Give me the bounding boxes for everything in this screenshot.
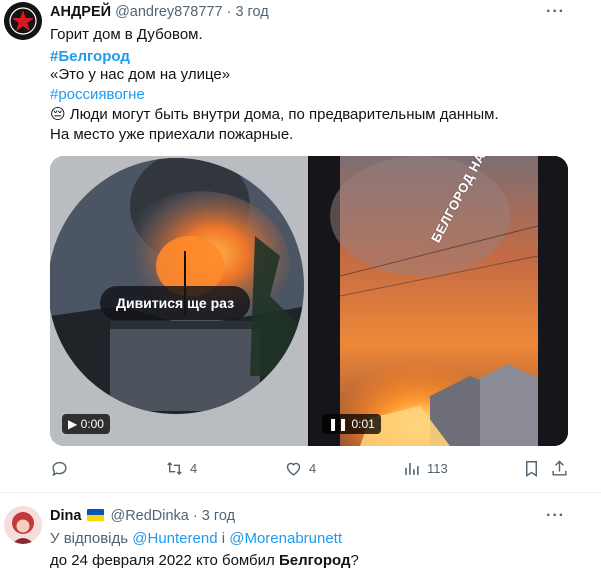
share-icon[interactable] bbox=[550, 459, 569, 478]
reply-icon[interactable] bbox=[50, 459, 69, 478]
replying-to-conj: і bbox=[221, 530, 226, 547]
share-action[interactable] bbox=[550, 459, 569, 478]
reply-author-avatar[interactable] bbox=[4, 506, 42, 544]
replay-button[interactable]: Дивитися ще раз bbox=[100, 286, 251, 320]
play-icon[interactable]: ▶ bbox=[68, 417, 77, 431]
retweet-count: 4 bbox=[190, 461, 198, 476]
video-right[interactable]: БЕЛГОРОД НА МАКСИМАЛКАХ ❚❚ 0:01 bbox=[310, 156, 568, 446]
video-left-controls[interactable]: ▶ 0:00 bbox=[62, 414, 110, 434]
reply-author-name[interactable]: Dina bbox=[50, 508, 81, 524]
like-count: 4 bbox=[309, 461, 317, 476]
replying-to-line: У відповідь @Hunterend і @Morenabrunett bbox=[50, 528, 342, 550]
pause-icon[interactable]: ❚❚ bbox=[328, 417, 348, 431]
mention-morenabrunett[interactable]: @Morenabrunett bbox=[229, 530, 342, 547]
reply-action[interactable] bbox=[50, 459, 75, 478]
reply-text-bold: Белгород bbox=[278, 552, 351, 569]
more-options-icon[interactable]: ··· bbox=[546, 3, 565, 21]
reply-text: до 24 февраля 2022 кто бомбил Белгород? bbox=[50, 550, 359, 572]
separator-dot: · bbox=[192, 508, 198, 524]
reply-more-options-icon[interactable]: ··· bbox=[546, 507, 565, 525]
video-left-time: 0:00 bbox=[80, 417, 104, 431]
mention-hunterend[interactable]: @Hunterend bbox=[132, 530, 217, 547]
video-left[interactable]: Дивитися ще раз ▶ 0:00 bbox=[50, 156, 308, 446]
bookmark-icon[interactable] bbox=[522, 459, 541, 478]
reply-time[interactable]: 3 год bbox=[202, 508, 235, 524]
media-container: Дивитися ще раз ▶ 0:00 ❚❚ 0:01 bbox=[50, 156, 568, 446]
author-name[interactable]: АНДРЕЙ bbox=[50, 4, 111, 20]
tweet-line-5: 😔 Люди могут быть внутри дома, по предва… bbox=[50, 104, 499, 126]
video-right-frame-image bbox=[310, 156, 568, 446]
video-right-time: 0:01 bbox=[351, 417, 375, 431]
tweet-divider bbox=[0, 492, 601, 493]
tweet-line-1: Горит дом в Дубовом. bbox=[50, 26, 203, 43]
reply-avatar-image bbox=[4, 506, 42, 544]
views-count: 113 bbox=[427, 461, 448, 476]
tweet-line-5-text: Люди могут быть внутри дома, по предвари… bbox=[65, 106, 499, 123]
avatar-emblem-icon bbox=[4, 2, 42, 40]
separator-dot: · bbox=[226, 4, 232, 20]
tweet-header: АНДРЕЙ @andrey878777 · 3 год bbox=[50, 4, 269, 20]
pensive-face-icon: 😔 bbox=[50, 106, 66, 123]
heart-icon[interactable] bbox=[284, 459, 303, 478]
replying-to-prefix: У відповідь bbox=[50, 530, 129, 547]
hashtag-russia-on-fire[interactable]: #россиявогне bbox=[50, 84, 145, 106]
retweet-icon[interactable] bbox=[165, 459, 184, 478]
views-chart-icon[interactable] bbox=[402, 459, 421, 478]
reply-author-handle[interactable]: @RedDinka bbox=[110, 508, 188, 524]
like-action[interactable]: 4 bbox=[284, 459, 316, 478]
bookmark-action[interactable] bbox=[522, 459, 541, 478]
author-handle[interactable]: @andrey878777 bbox=[115, 4, 222, 20]
tweet-time[interactable]: 3 год bbox=[235, 4, 268, 20]
tweet-quote-line: «Это у нас дом на улице» bbox=[50, 66, 231, 83]
reply-text-before: до 24 февраля 2022 кто бомбил bbox=[50, 552, 279, 569]
video-right-controls[interactable]: ❚❚ 0:01 bbox=[322, 414, 381, 434]
retweet-action[interactable]: 4 bbox=[165, 459, 197, 478]
views-action[interactable]: 113 bbox=[402, 459, 448, 478]
tweet-actions: 4 4 113 bbox=[50, 459, 568, 481]
ukraine-flag-icon bbox=[87, 509, 105, 521]
author-avatar[interactable] bbox=[4, 2, 42, 40]
tweet-line-6: На место уже приехали пожарные. bbox=[50, 126, 294, 143]
reply-header: Dina @RedDinka · 3 год bbox=[50, 508, 235, 524]
reply-text-after: ? bbox=[350, 552, 359, 569]
